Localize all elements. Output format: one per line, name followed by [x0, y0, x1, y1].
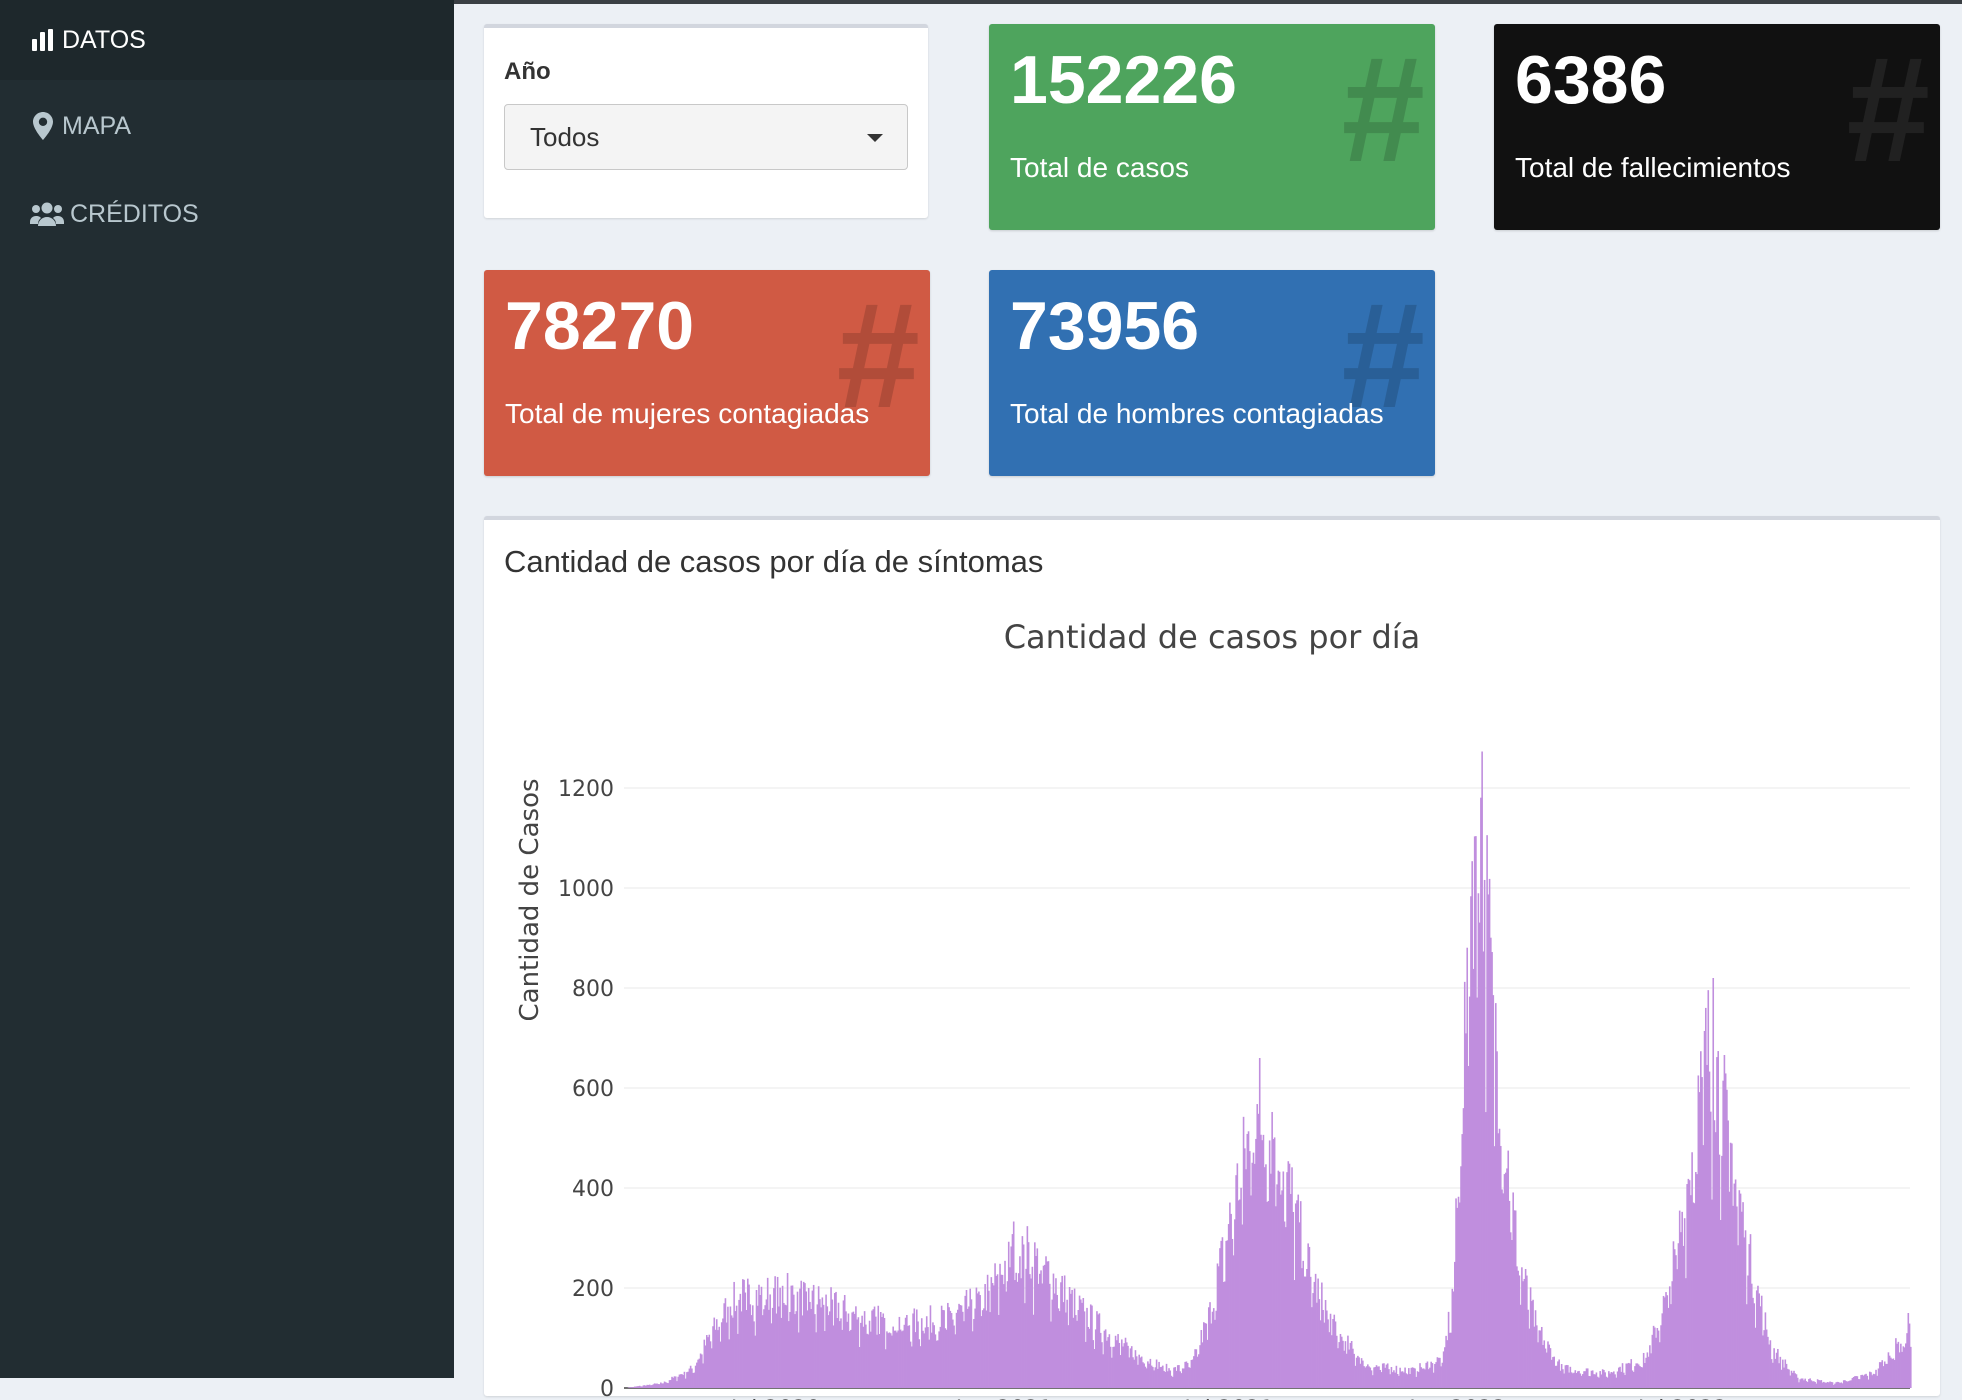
y-tick-label: 1200 [558, 777, 614, 802]
value-box-label: Total de casos [1010, 152, 1189, 184]
sidebar-item-mapa[interactable]: MAPA [0, 86, 454, 166]
bar-chart-icon [30, 27, 56, 53]
year-select-value: Todos [530, 122, 599, 153]
sidebar-item-label: DATOS [62, 26, 146, 55]
chart-title: Cantidad de casos por día [1004, 618, 1421, 656]
map-marker-icon [30, 113, 56, 139]
value-box-number: 73956 [1010, 292, 1199, 360]
y-tick-label: 600 [572, 1077, 614, 1102]
sidebar: DATOS MAPA CRÉDITOS [0, 0, 454, 1378]
y-tick-label: 200 [572, 1277, 614, 1302]
year-filter-label: Año [504, 58, 551, 86]
y-tick-label: 800 [572, 977, 614, 1002]
y-tick-label: 400 [572, 1177, 614, 1202]
value-box-total-fallecimientos: # 6386 Total de fallecimientos [1494, 24, 1940, 230]
users-icon [30, 201, 64, 227]
bar [1910, 1347, 1912, 1388]
value-box-hombres: # 73956 Total de hombres contagiadas [989, 270, 1435, 476]
year-select[interactable]: Todos [504, 104, 908, 170]
hash-icon: # [1847, 34, 1930, 184]
sidebar-item-datos[interactable]: DATOS [0, 0, 454, 80]
value-box-label: Total de hombres contagiadas [1010, 398, 1384, 430]
y-tick-label: 0 [600, 1377, 614, 1400]
hash-icon: # [1342, 34, 1425, 184]
sidebar-item-label: MAPA [62, 112, 131, 141]
bar-series [628, 752, 1912, 1389]
sidebar-item-label: CRÉDITOS [70, 200, 199, 229]
cases-per-day-chart[interactable]: Cantidad de casos por día Cantidad de Ca… [484, 520, 1940, 1400]
sidebar-item-creditos[interactable]: CRÉDITOS [0, 174, 454, 254]
chart-box: Cantidad de casos por día de síntomas Ca… [484, 516, 1940, 1396]
caret-down-icon [867, 134, 883, 142]
value-box-total-casos: # 152226 Total de casos [989, 24, 1435, 230]
value-box-number: 6386 [1515, 46, 1666, 114]
y-tick-label: 1000 [558, 877, 614, 902]
value-box-number: 152226 [1010, 46, 1237, 114]
value-box-number: 78270 [505, 292, 694, 360]
value-box-mujeres: # 78270 Total de mujeres contagiadas [484, 270, 930, 476]
year-filter-box: Año Todos [484, 24, 928, 218]
main-content: Año Todos # 152226 Total de casos # 6386… [454, 4, 1962, 1378]
value-box-label: Total de fallecimientos [1515, 152, 1790, 184]
y-axis-ticks: 0 200 400 600 800 1000 1200 [558, 777, 614, 1400]
value-box-label: Total de mujeres contagiadas [505, 398, 869, 430]
y-axis-label: Cantidad de Casos [515, 778, 545, 1021]
